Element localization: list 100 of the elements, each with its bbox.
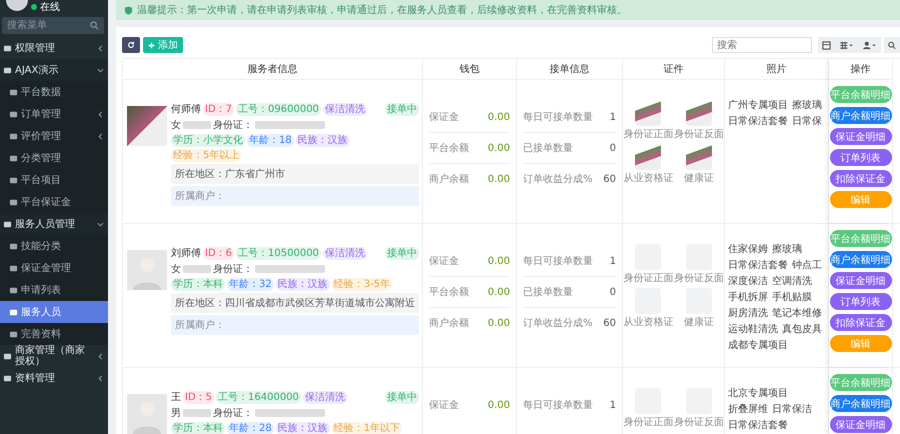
sidebar-menu-item[interactable]: 平台数据 bbox=[0, 81, 108, 103]
order-value: 60 bbox=[603, 174, 616, 184]
order-label: 每日可接单数量 bbox=[523, 254, 593, 268]
avatar-silhouette-icon bbox=[127, 250, 167, 290]
sidebar-menu-item[interactable]: 服务人员管理 bbox=[0, 213, 108, 235]
action-button[interactable]: 扣除保证金 bbox=[830, 314, 892, 331]
project-label: 日常保洁套餐 bbox=[728, 418, 788, 432]
sidebar-menu-item[interactable]: 完善资料 bbox=[0, 323, 108, 345]
wallet-amount: 0.00 bbox=[488, 400, 510, 410]
action-button[interactable]: 平台余额明细 bbox=[830, 374, 892, 391]
action-button[interactable]: 商户余额明细 bbox=[830, 395, 892, 412]
project-label: 手机拆屏 bbox=[728, 290, 768, 304]
project-label: 广州专属项目 bbox=[728, 98, 788, 112]
order-label: 每日可接单数量 bbox=[523, 398, 593, 412]
menu-icon bbox=[9, 154, 18, 162]
wallet-amount: 0.00 bbox=[488, 256, 510, 266]
order-label: 每日可接单数量 bbox=[523, 110, 593, 124]
menu-icon bbox=[3, 66, 12, 74]
sidebar-menu-item[interactable]: 服务人员 bbox=[0, 301, 108, 323]
menu-icon bbox=[9, 132, 18, 140]
document-photo-placeholder[interactable] bbox=[686, 144, 712, 170]
sidebar-menu-item[interactable]: 平台项目 bbox=[0, 169, 108, 191]
menu-icon bbox=[9, 176, 18, 184]
sidebar-menu-item[interactable]: 权限管理 bbox=[0, 37, 108, 59]
blurred-text bbox=[255, 121, 325, 129]
project-label: 厨房清洗 bbox=[728, 306, 768, 320]
order-label: 已接单数量 bbox=[523, 142, 573, 155]
wallet-label: 保证金 bbox=[429, 111, 459, 124]
document-photo-placeholder[interactable] bbox=[686, 100, 712, 126]
sidebar-menu-item[interactable]: 资料管理 bbox=[0, 367, 108, 389]
order-value: 1 bbox=[610, 400, 616, 410]
document-caption: 健康证 bbox=[684, 316, 714, 329]
action-button[interactable]: 订单列表 bbox=[830, 149, 892, 166]
chevron-down-icon bbox=[97, 220, 104, 228]
wallet-label: 保证金 bbox=[429, 399, 459, 412]
order-value: 0 bbox=[610, 286, 616, 298]
action-button[interactable]: 商户余额明细 bbox=[830, 107, 892, 124]
blurred-text bbox=[255, 265, 325, 273]
sidebar-menu-item[interactable]: 技能分类 bbox=[0, 235, 108, 257]
detail-tag: 民族：汉族 bbox=[296, 134, 350, 147]
menu-icon bbox=[9, 198, 18, 206]
project-label: 日常保洁套餐 bbox=[728, 258, 788, 272]
detail-tag: 年龄：18 bbox=[247, 134, 294, 147]
project-label: 日常保 bbox=[792, 114, 822, 128]
project-label: 擦玻璃 bbox=[772, 242, 802, 256]
action-button[interactable]: 订单列表 bbox=[830, 293, 892, 310]
order-value: 1 bbox=[610, 256, 616, 266]
sidebar-menu-item[interactable]: 申请列表 bbox=[0, 279, 108, 301]
search-icon bbox=[90, 21, 99, 30]
plus-icon bbox=[148, 42, 155, 48]
sidebar-menu-item[interactable]: AJAX演示 bbox=[0, 59, 108, 81]
merchant-text: 所属商户： bbox=[171, 315, 419, 335]
document-photo-placeholder[interactable] bbox=[635, 144, 662, 170]
action-button[interactable]: 商户余额明细 bbox=[830, 251, 892, 268]
sidebar-menu-item[interactable]: 评价管理 bbox=[0, 125, 108, 147]
project-label: 擦玻璃 bbox=[792, 98, 822, 112]
chevron-left-icon bbox=[97, 44, 104, 52]
document-caption: 身份证反面 bbox=[674, 272, 724, 285]
id-card-label: 身份证： bbox=[213, 407, 253, 420]
info-tag: ID：7 bbox=[203, 102, 234, 116]
sidebar-menu-item[interactable]: 订单管理 bbox=[0, 103, 108, 125]
shield-icon bbox=[124, 6, 133, 14]
menu-icon bbox=[3, 374, 12, 382]
order-label: 订单收益分成% bbox=[523, 172, 593, 186]
search-field[interactable]: 搜索 bbox=[712, 37, 812, 53]
sidebar-menu-item[interactable]: 平台保证金 bbox=[0, 191, 108, 213]
id-card-label: 身份证： bbox=[213, 119, 253, 132]
info-tag: 保洁清洗 bbox=[322, 102, 367, 116]
info-tag: 工号：16400000 bbox=[216, 390, 301, 404]
menu-search-field[interactable]: 搜索菜单 bbox=[2, 17, 104, 34]
project-label: 日常保洁 bbox=[772, 402, 812, 416]
wallet-amount: 0.00 bbox=[488, 318, 510, 328]
add-button[interactable]: 添加 bbox=[143, 37, 183, 53]
menu-icon bbox=[3, 352, 12, 360]
wallet-amount: 0.00 bbox=[488, 112, 510, 122]
chevron-left-icon bbox=[97, 374, 104, 382]
photo-placeholder bbox=[127, 106, 167, 146]
online-dot-icon bbox=[31, 4, 37, 10]
column-header: 服务者信息 bbox=[123, 59, 423, 80]
action-button[interactable]: 平台余额明细 bbox=[830, 86, 892, 103]
action-button[interactable]: 保证金明细 bbox=[830, 272, 892, 289]
order-value: 0 bbox=[610, 142, 616, 154]
wallet-label: 商户余额 bbox=[429, 172, 469, 186]
gender-text: 男 bbox=[171, 407, 181, 420]
info-tag: 保洁清洗 bbox=[302, 390, 347, 404]
sidebar-menu-item[interactable]: 商家管理（商家授权） bbox=[0, 345, 108, 367]
refresh-button[interactable] bbox=[122, 37, 140, 53]
project-label: 北京专属项目 bbox=[728, 386, 788, 400]
detail-tag: 年龄：32 bbox=[227, 278, 274, 291]
search-button[interactable] bbox=[884, 37, 900, 53]
gender-text: 女 bbox=[171, 119, 181, 132]
sidebar-menu-item[interactable]: 分类管理 bbox=[0, 147, 108, 169]
sidebar-menu-item[interactable]: 保证金管理 bbox=[0, 257, 108, 279]
action-button[interactable]: 保证金明细 bbox=[830, 416, 892, 433]
action-button[interactable]: 保证金明细 bbox=[830, 128, 892, 145]
table-icon bbox=[822, 40, 831, 50]
document-photo-placeholder[interactable] bbox=[635, 100, 662, 126]
order-value: 1 bbox=[610, 112, 616, 122]
action-button[interactable]: 扣除保证金 bbox=[830, 170, 892, 187]
action-button[interactable]: 平台余额明细 bbox=[830, 230, 892, 247]
